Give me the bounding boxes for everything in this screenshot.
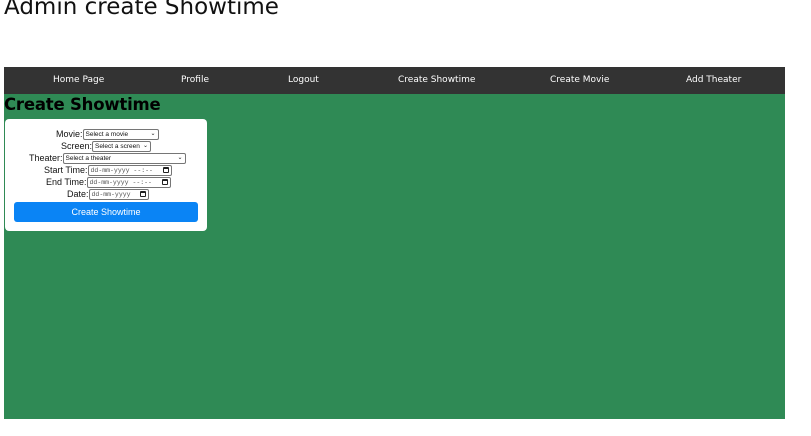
- chevron-down-icon: ⌄: [177, 155, 183, 161]
- nav-add-theater[interactable]: Add Theater: [686, 67, 741, 94]
- theater-label: Theater:: [29, 153, 63, 163]
- web-page: Home Page Profile Logout Create Showtime…: [4, 67, 785, 419]
- start-time-row: Start Time: dd-mm-yyyy --:--: [44, 165, 172, 176]
- movie-row: Movie: Select a movie ⌄: [56, 129, 159, 140]
- end-time-input[interactable]: dd-mm-yyyy --:--: [86, 177, 171, 188]
- movie-label: Movie:: [56, 129, 83, 139]
- top-navbar: Home Page Profile Logout Create Showtime…: [4, 67, 785, 94]
- movie-select[interactable]: Select a movie ⌄: [82, 129, 159, 140]
- page-title: Create Showtime: [4, 95, 161, 114]
- nav-logout[interactable]: Logout: [288, 67, 319, 94]
- nav-home-page[interactable]: Home Page: [53, 67, 104, 94]
- date-input[interactable]: dd-mm-yyyy: [88, 189, 149, 200]
- movie-select-value: Select a movie: [85, 131, 129, 138]
- nav-create-movie[interactable]: Create Movie: [550, 67, 609, 94]
- document-title: Admin create Showtime: [4, 0, 279, 20]
- calendar-icon[interactable]: [162, 167, 169, 173]
- screen-row: Screen: Select a screen ⌄: [61, 141, 152, 152]
- nav-create-showtime[interactable]: Create Showtime: [398, 67, 475, 94]
- date-placeholder: dd-mm-yyyy: [91, 191, 131, 198]
- start-time-input[interactable]: dd-mm-yyyy --:--: [87, 165, 172, 176]
- create-showtime-form: Movie: Select a movie ⌄ Screen: Select a…: [5, 119, 207, 231]
- screen-label: Screen:: [61, 141, 93, 151]
- theater-select[interactable]: Select a theater ⌄: [62, 153, 186, 164]
- screen-select[interactable]: Select a screen ⌄: [92, 141, 152, 152]
- theater-row: Theater: Select a theater ⌄: [29, 153, 186, 164]
- nav-profile[interactable]: Profile: [181, 67, 209, 94]
- create-showtime-button[interactable]: Create Showtime: [14, 202, 198, 222]
- chevron-down-icon: ⌄: [150, 131, 156, 137]
- calendar-icon[interactable]: [139, 191, 146, 197]
- start-time-label: Start Time:: [44, 165, 88, 175]
- date-label: Date:: [67, 189, 89, 199]
- end-time-placeholder: dd-mm-yyyy --:--: [89, 179, 152, 186]
- calendar-icon[interactable]: [161, 179, 168, 185]
- start-time-placeholder: dd-mm-yyyy --:--: [90, 167, 153, 174]
- chevron-down-icon: ⌄: [143, 143, 149, 149]
- end-time-label: End Time:: [46, 177, 87, 187]
- end-time-row: End Time: dd-mm-yyyy --:--: [46, 177, 171, 188]
- screen-select-value: Select a screen: [95, 143, 140, 150]
- theater-select-value: Select a theater: [65, 155, 112, 162]
- date-row: Date: dd-mm-yyyy: [67, 189, 149, 200]
